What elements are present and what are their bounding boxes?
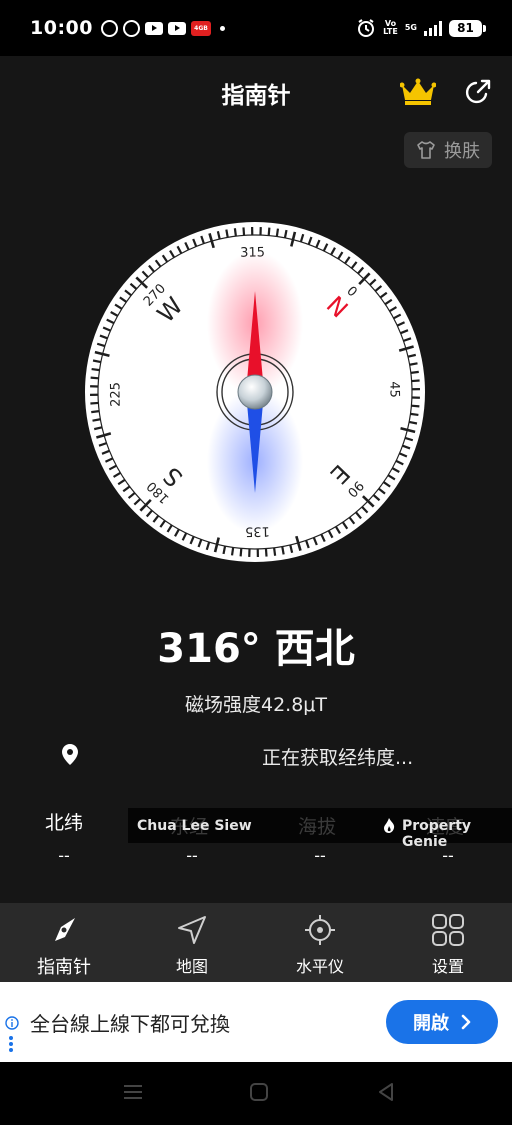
system-icons: Vo LTE 5G 81 [356,18,486,38]
nav-label: 指南针 [37,957,91,978]
dial-tick [409,362,418,366]
youtube-icon [144,21,163,35]
dial-tick [275,228,280,237]
status-bar: 10:00 4GB Vo LTE 5G 81 [0,0,512,56]
back-icon[interactable] [376,1082,396,1102]
battery-indicator: 81 [449,19,486,37]
overlay-ad-right[interactable]: Property Genie [402,818,512,850]
shirt-icon [417,141,435,159]
overlay-ad-strip[interactable]: 东经 海拔 速度 Chua Lee Siew Property Genie [128,808,512,850]
location-status: 正在获取经纬度... [262,747,414,769]
recent-apps-icon[interactable] [122,1082,144,1102]
dial-tick [273,547,277,556]
location-pin-icon [62,744,78,765]
compass-dial: 04590135180225270315 NESW [85,222,425,562]
nav-label: 地图 [175,957,208,976]
dial-tick [222,545,227,555]
crosshair-icon [305,915,335,945]
dial-number: 225 [108,382,123,407]
flame-icon [384,818,395,833]
alarm-icon [358,19,375,37]
compass-app: 指南针 换肤 0 45 90 180 225 270 N E S W 316° … [0,56,512,1062]
app-header: 指南针 [0,56,512,128]
compass-icon [55,918,75,941]
dial-number: 45 [386,381,401,398]
stat-latitude: 北纬 -- [0,808,128,865]
nav-item-map[interactable]: 地图 [128,903,256,982]
stat-label: 北纬 [44,812,83,834]
dial-tick [242,227,246,236]
dial-tick [90,376,99,380]
dial-tick [233,228,237,237]
crown-icon[interactable] [400,78,436,106]
heading-readout: 316° 西北 [157,626,355,672]
dial-tick [410,370,419,374]
dial-tick [411,379,420,383]
stat-value: -- [186,846,198,865]
dial-tick [264,548,268,557]
dial-tick [230,547,235,556]
dial-tick [411,404,420,408]
magnetic-strength: 磁场强度42.8μT [185,694,327,716]
nav-item-settings[interactable]: 设置 [384,903,512,982]
status-time: 10:00 [30,17,93,39]
skin-button[interactable]: 换肤 [404,132,492,168]
stats-row: 北纬 -- -- -- -- 东经 海拔 速度 Chua Lee Siew Pr… [0,808,512,888]
nav-label: 水平仪 [295,957,344,976]
dial-tick [92,418,101,422]
ad-info-icon[interactable] [5,1016,19,1030]
dial-tick [225,229,229,238]
stat-value: -- [58,846,70,865]
dial-tick [410,412,419,417]
dial-tick [408,420,418,425]
nav-item-level[interactable]: 水平仪 [256,903,384,982]
volte-bottom: LTE [383,27,398,36]
ad-headline[interactable]: 全台線上線下都可兌換 [30,1008,230,1037]
signal-type: 5G [404,23,417,32]
nav-label: 设置 [431,957,464,976]
dial-tick [92,359,102,364]
volte-indicator: Vo LTE [383,20,398,36]
ad-open-button[interactable]: 開啟 [386,1000,498,1044]
share-icon[interactable] [464,78,492,106]
dial-tick [267,227,271,236]
ad-options-icon[interactable] [9,1036,13,1054]
nav-item-compass[interactable]: 指南针 [0,903,128,982]
stat-label-altitude: 海拔 [298,816,337,838]
dial-tick [283,229,288,239]
stat-value: -- [314,846,326,865]
ad-banner[interactable]: 全台線上線下都可兌換 開啟 [0,982,512,1062]
grid-icon [432,914,464,946]
chevron-right-icon [461,1014,471,1030]
system-nav-bar [0,1062,512,1125]
messenger-icon [122,19,140,37]
location-row: 正在获取经纬度... [60,740,512,770]
dial-tick [90,401,99,405]
home-icon[interactable] [249,1082,269,1102]
dial-tick [91,367,100,372]
dial-tick [239,548,243,557]
skin-label: 换肤 [444,141,480,162]
app-badge-icon: 4GB [190,20,211,36]
dial-tick [91,410,100,414]
dial-tick [281,546,285,555]
signal-bars-icon [424,20,442,36]
notification-icons: 4GB [100,19,225,37]
youtube-icon [167,21,186,35]
needle-hub [237,374,273,410]
whatsapp-icon [100,19,118,37]
overlay-ad-left[interactable]: Chua Lee Siew [137,818,252,834]
bottom-nav: 指南针 地图 水平仪 设置 [0,903,512,982]
ad-open-label: 開啟 [413,1013,449,1034]
more-notifications-icon [219,25,225,31]
navigation-arrow-icon [178,916,206,944]
